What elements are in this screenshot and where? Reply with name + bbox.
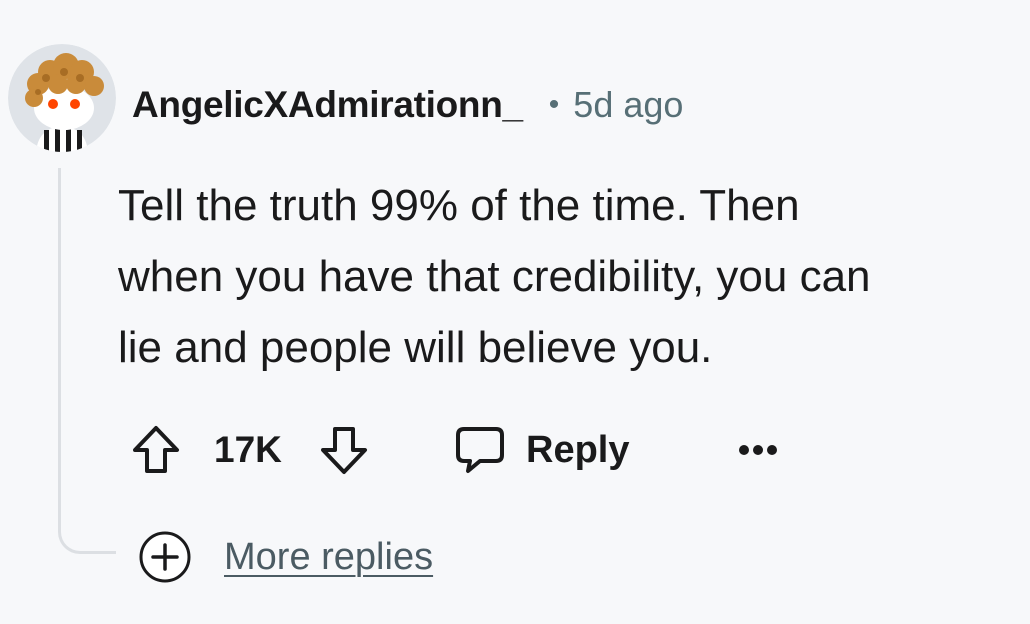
comment-body-line: Tell the truth 99% of the time. Then xyxy=(118,181,800,230)
overflow-menu-button[interactable] xyxy=(728,426,788,474)
avatar[interactable] xyxy=(8,44,116,152)
arrow-down-icon xyxy=(321,427,367,474)
comment-body: Tell the truth 99% of the time. Then whe… xyxy=(118,170,1018,383)
comment-header: AngelicXAdmirationn_ • 5d ago xyxy=(132,78,683,132)
comment-action-bar: 17K Reply xyxy=(118,412,798,484)
reply-button[interactable]: Reply xyxy=(454,420,629,480)
arrow-up-icon xyxy=(133,426,179,473)
comment-timestamp[interactable]: 5d ago xyxy=(573,84,683,126)
username-link[interactable]: AngelicXAdmirationn_ xyxy=(132,84,523,126)
plus-circle-icon xyxy=(139,531,191,583)
ellipsis-icon xyxy=(739,445,777,455)
speech-bubble-icon xyxy=(456,427,504,473)
more-replies-button[interactable]: More replies xyxy=(138,530,433,584)
more-replies-label: More replies xyxy=(224,535,434,578)
thread-connector-line[interactable] xyxy=(58,168,116,554)
upvote-button[interactable] xyxy=(128,422,184,478)
comment-body-line: lie and people will believe you. xyxy=(118,323,713,372)
comment-body-line: when you have that credibility, you can xyxy=(118,252,871,301)
reply-label: Reply xyxy=(526,428,630,471)
meta-separator: • xyxy=(548,88,560,121)
comment-thread: AngelicXAdmirationn_ • 5d ago Tell the t… xyxy=(0,0,1030,624)
downvote-button[interactable] xyxy=(316,422,372,478)
vote-score: 17K xyxy=(214,429,282,470)
